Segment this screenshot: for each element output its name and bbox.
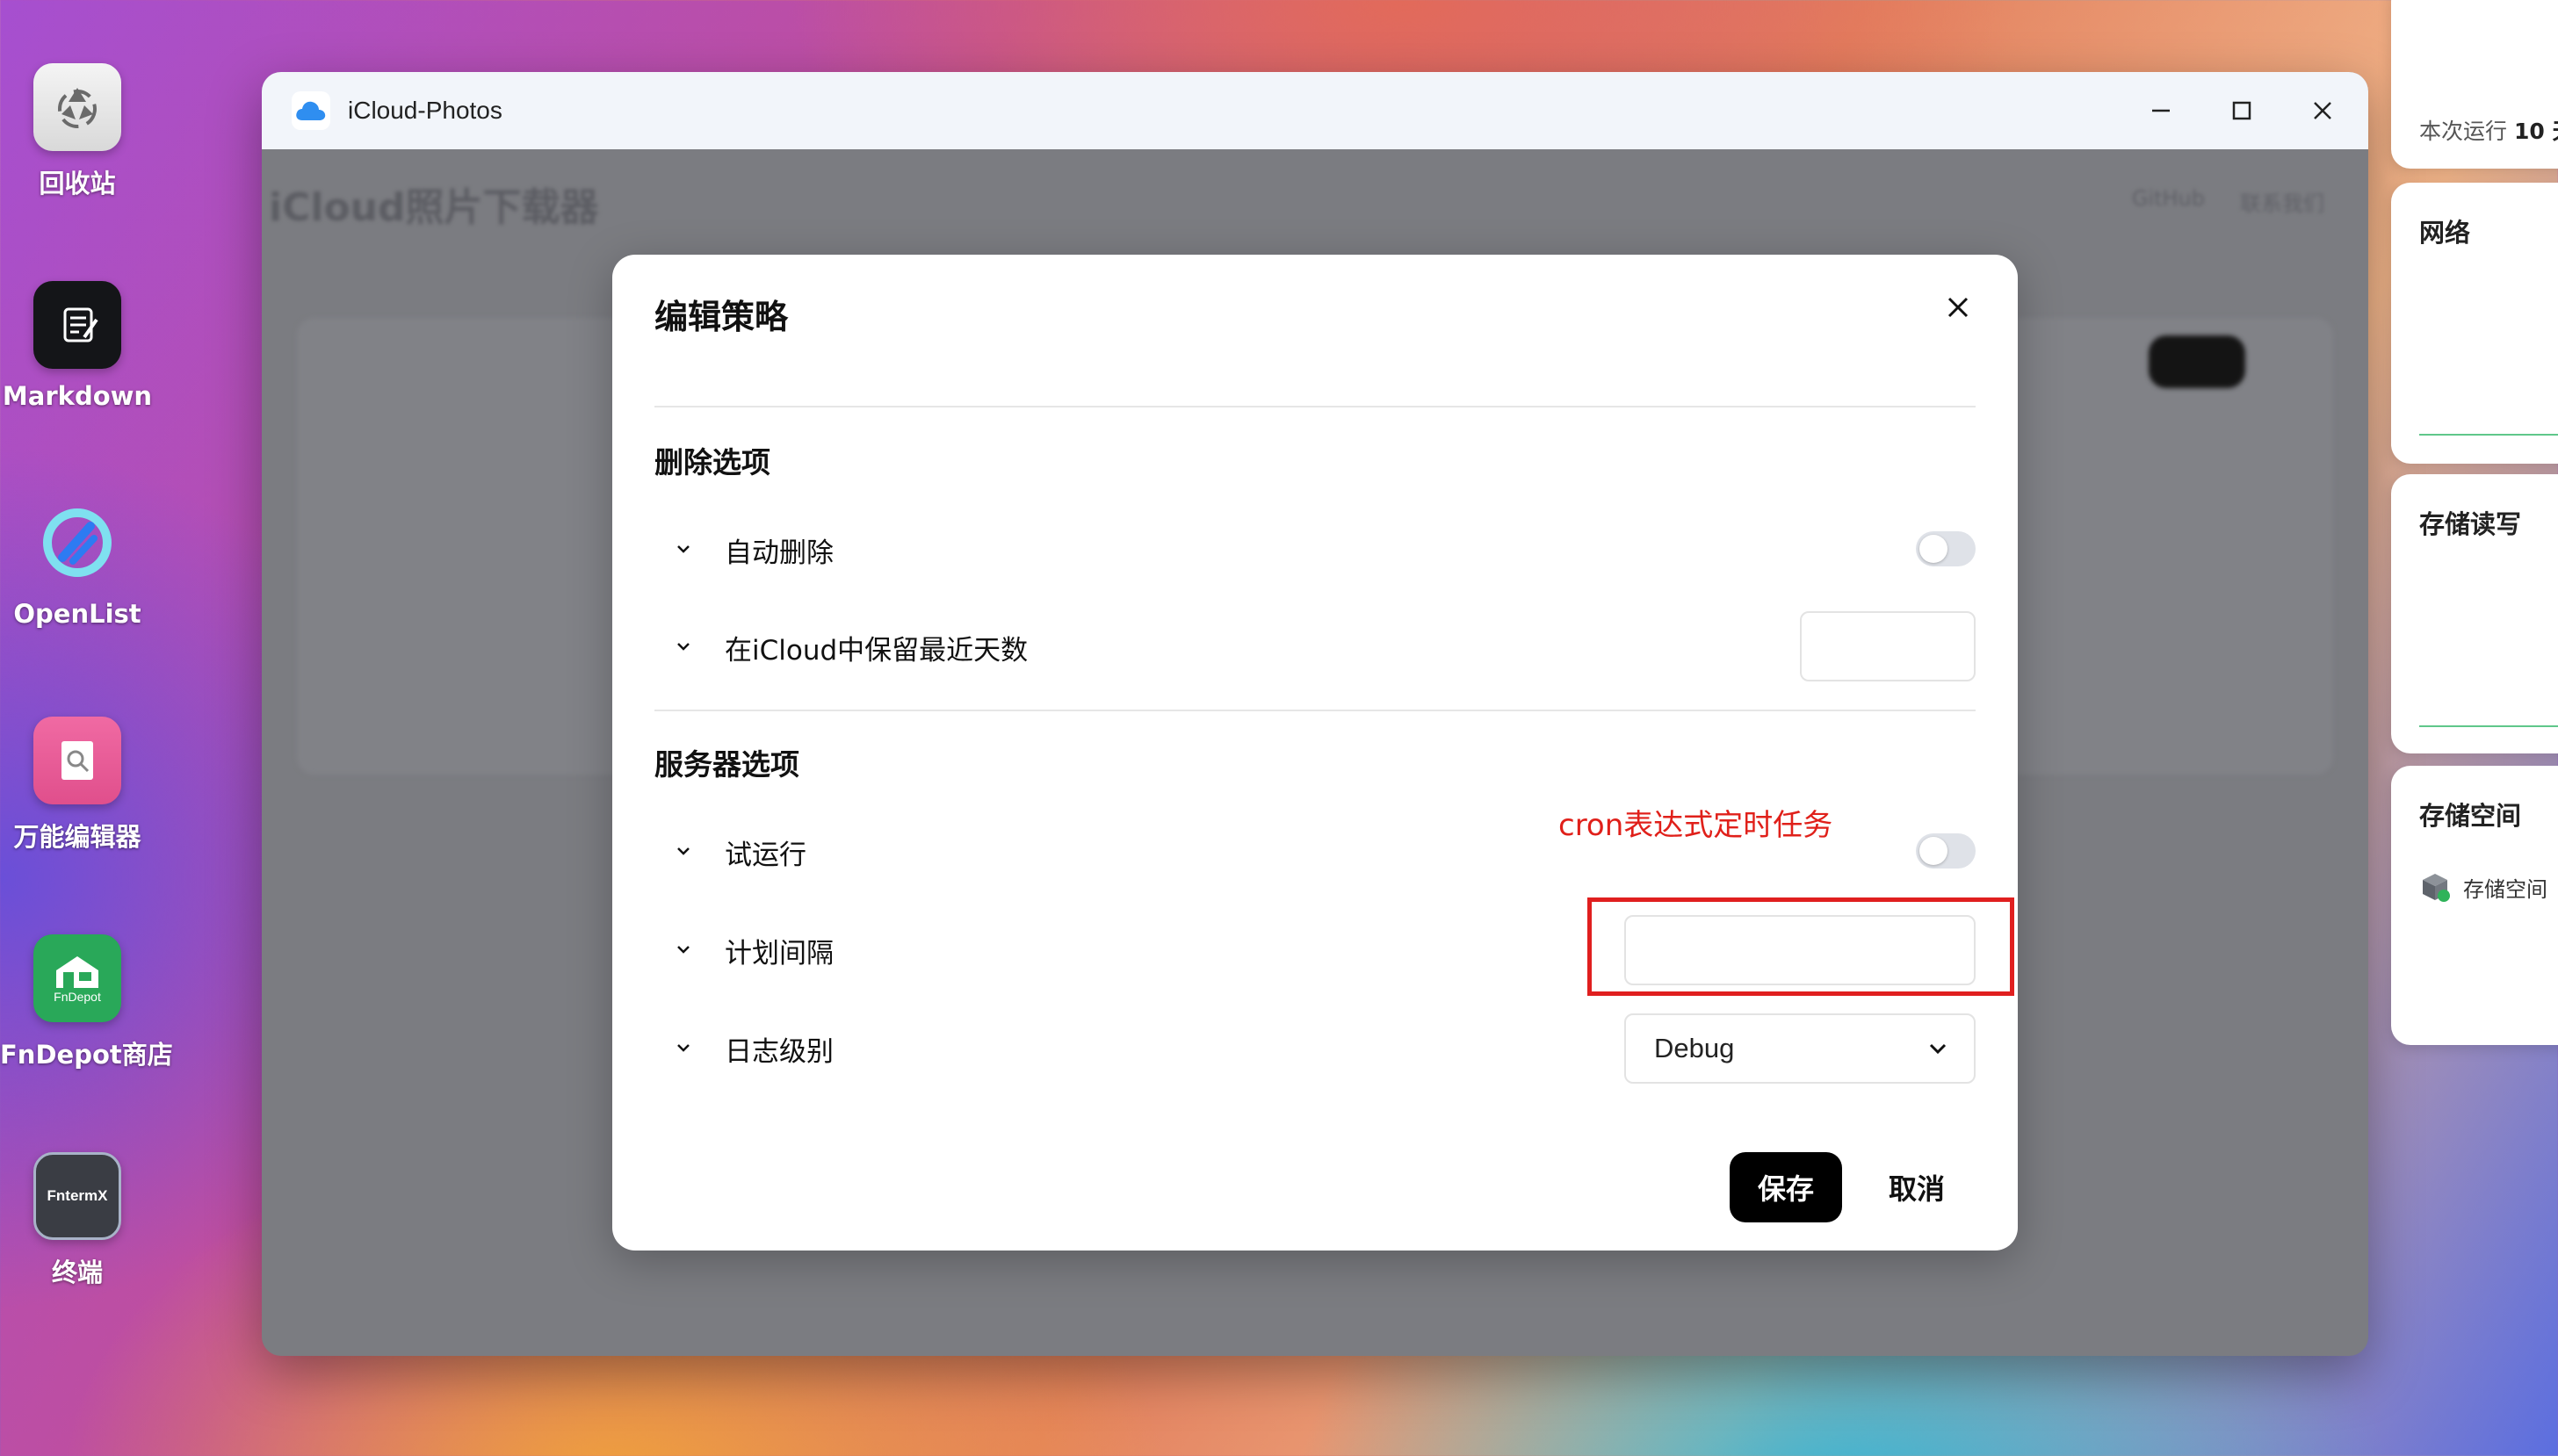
- fndepot-icon: FnDepot: [33, 934, 121, 1022]
- markdown-icon: [33, 281, 121, 369]
- widget-title: 网络: [2419, 218, 2471, 248]
- icloud-icon: [292, 91, 330, 130]
- fndepot-badge: FnDepot: [54, 990, 101, 1004]
- desktop-icon-editor[interactable]: 万能编辑器: [0, 717, 155, 854]
- desktop-icon-fndepot[interactable]: FnDepot FnDepot商店: [0, 934, 173, 1071]
- disk-icon: [2423, 874, 2450, 902]
- terminal-badge: FntermX: [47, 1187, 108, 1204]
- window-titlebar[interactable]: iCloud-Photos: [262, 72, 2368, 149]
- contact-link: 联系我们: [2240, 191, 2324, 216]
- dialog-title: 编辑策略: [654, 298, 789, 336]
- uptime-label: 本次运行: [2419, 119, 2508, 144]
- save-button[interactable]: 保存: [1730, 1152, 1842, 1222]
- background-app-links: GitHub 联系我们: [2132, 186, 2324, 217]
- row-label-log-level: 日志级别: [725, 1036, 834, 1068]
- terminal-icon: FntermX: [33, 1152, 121, 1240]
- toggle-knob: [1919, 837, 1947, 865]
- widget-title: 存储空间: [2419, 801, 2522, 831]
- network-graph-line: [2419, 434, 2558, 436]
- desktop-icon-label: FnDepot商店: [0, 1040, 173, 1070]
- window-title: iCloud-Photos: [348, 97, 502, 124]
- row-label-auto-delete: 自动删除: [725, 537, 834, 569]
- row-label-schedule-interval: 计划间隔: [725, 938, 834, 969]
- divider: [654, 406, 1976, 407]
- desktop-icon-markdown[interactable]: Markdown: [0, 281, 155, 411]
- maximize-icon: [2232, 101, 2251, 120]
- desktop-icon-terminal[interactable]: FntermX 终端: [0, 1152, 155, 1289]
- storage-io-widget[interactable]: 存储读写: [2391, 474, 2558, 753]
- annotation-text: cron表达式定时任务: [1558, 808, 1833, 843]
- log-level-select[interactable]: Debug: [1624, 1013, 1976, 1084]
- close-icon: [2314, 102, 2331, 119]
- maximize-button[interactable]: [2215, 88, 2268, 133]
- uptime-widget[interactable]: 本次运行 10 天: [2391, 0, 2558, 169]
- chevron-down-icon[interactable]: [670, 936, 697, 962]
- widget-title: 存储读写: [2419, 509, 2522, 539]
- storage-item-label: 存储空间: [2463, 876, 2547, 902]
- log-level-value: Debug: [1654, 1033, 1735, 1063]
- chevron-down-icon[interactable]: [670, 633, 697, 660]
- row-label-keep-days: 在iCloud中保留最近天数: [725, 635, 1029, 667]
- desktop-icon-label: 终端: [51, 1258, 103, 1287]
- desktop-icon-label: 回收站: [39, 169, 116, 198]
- row-label-dry-run: 试运行: [725, 840, 806, 871]
- chevron-down-icon[interactable]: [670, 838, 697, 864]
- divider: [654, 710, 1976, 711]
- auto-delete-toggle[interactable]: [1916, 531, 1976, 566]
- dry-run-toggle[interactable]: [1916, 833, 1976, 869]
- openlist-icon: [33, 499, 121, 587]
- chevron-down-icon[interactable]: [670, 1034, 697, 1061]
- uptime-text: 本次运行 10 天: [2419, 114, 2558, 146]
- background-app-title: iCloud照片下载器: [269, 185, 599, 230]
- cancel-button[interactable]: 取消: [1868, 1152, 1965, 1222]
- storage-io-graph-line: [2419, 725, 2558, 727]
- background-add-button: [2149, 335, 2245, 388]
- window-close-button[interactable]: [2296, 88, 2349, 133]
- desktop-icon-label: 万能编辑器: [13, 822, 141, 852]
- toggle-knob: [1919, 535, 1947, 563]
- network-widget[interactable]: 网络: [2391, 183, 2558, 464]
- storage-space-widget[interactable]: 存储空间 存储空间: [2391, 766, 2558, 1045]
- desktop-icon-label: OpenList: [13, 599, 141, 629]
- chevron-down-icon: [1929, 1043, 1947, 1055]
- editor-icon: [33, 717, 121, 804]
- keep-days-input[interactable]: [1800, 611, 1976, 681]
- minimize-button[interactable]: [2135, 88, 2187, 133]
- section-title-delete: 删除选项: [654, 445, 770, 479]
- github-link: GitHub: [2131, 186, 2205, 211]
- desktop-icon-recycle-bin[interactable]: 回收站: [0, 63, 155, 200]
- recycle-bin-icon: [33, 63, 121, 151]
- desktop-icon-openlist[interactable]: OpenList: [0, 499, 155, 629]
- edit-policy-dialog: 编辑策略 删除选项 自动删除 在iCloud中保留最近天数 服务器选项 试运行 …: [612, 255, 2018, 1251]
- annotation-highlight-box: [1587, 897, 2014, 996]
- close-icon: [1947, 297, 1969, 318]
- uptime-value: 10 天: [2513, 119, 2558, 144]
- dialog-close-button[interactable]: [1930, 279, 1986, 335]
- section-title-server: 服务器选项: [654, 747, 799, 782]
- chevron-down-icon[interactable]: [670, 536, 697, 562]
- storage-item: 存储空间: [2419, 871, 2547, 903]
- minimize-icon: [2152, 109, 2170, 112]
- desktop-icon-label: Markdown: [2, 381, 153, 411]
